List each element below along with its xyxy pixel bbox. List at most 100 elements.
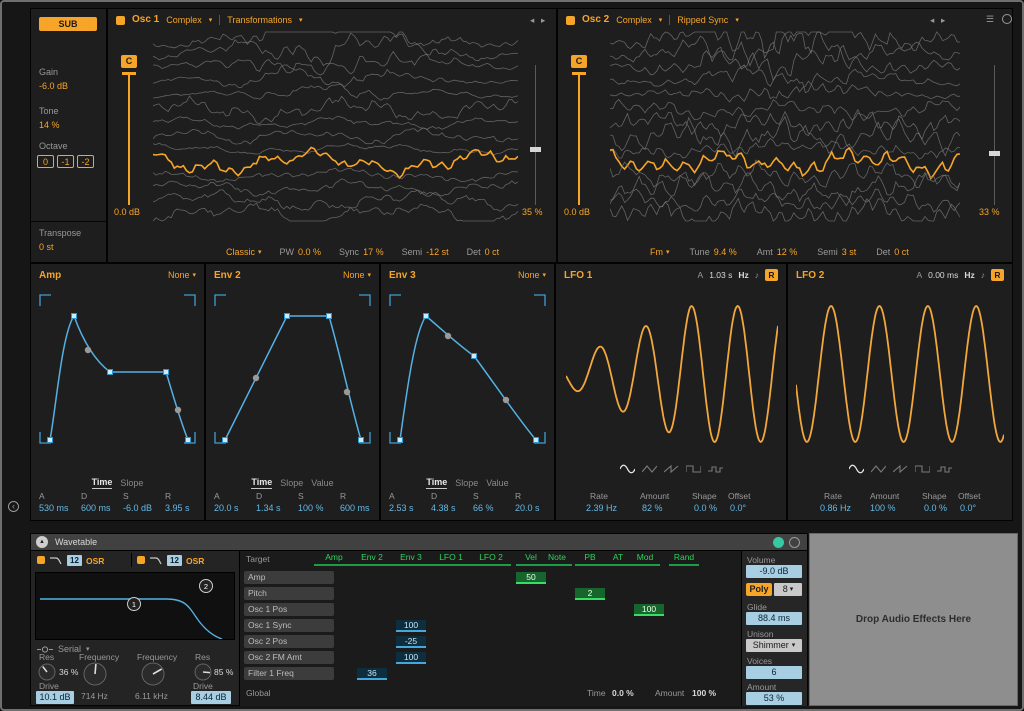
- lfo2-retrigger-button[interactable]: R: [991, 269, 1004, 281]
- tab-slope[interactable]: Slope: [120, 477, 143, 489]
- osc2-wavetable-display[interactable]: [610, 29, 960, 229]
- device-title-bar[interactable]: ▲ Wavetable: [31, 534, 807, 551]
- filter2-marker[interactable]: 2: [204, 582, 208, 591]
- lfo1-rate-value[interactable]: 2.39 Hz: [586, 503, 617, 514]
- lfo-shape-triangle-icon[interactable]: [642, 464, 657, 474]
- osc1-pw-value[interactable]: 0.0 %: [298, 247, 321, 258]
- osc2-gain-fader-handle[interactable]: [572, 72, 586, 75]
- amp-env-routing-dropdown[interactable]: None: [168, 270, 190, 281]
- osc1-gain-fader-handle[interactable]: [122, 72, 136, 75]
- filter1-circuit-dropdown[interactable]: OSR: [86, 556, 104, 566]
- lfo-shape-triangle-icon[interactable]: [871, 464, 886, 474]
- matrix-col-at[interactable]: AT: [603, 552, 633, 566]
- tab-time[interactable]: Time: [251, 476, 272, 489]
- env3-d-value[interactable]: 4.38 s: [431, 503, 456, 514]
- filter-display[interactable]: 1 2: [35, 572, 235, 640]
- wavetable-next-icon[interactable]: ▸: [541, 15, 545, 25]
- wavetable-prev-icon[interactable]: ◂: [930, 15, 934, 25]
- glide-value[interactable]: 88.4 ms: [746, 612, 802, 625]
- sub-octave-minus2-button[interactable]: -2: [77, 155, 94, 168]
- device-collapse-toggle-icon[interactable]: ‹: [8, 501, 19, 512]
- filter2-res-knob[interactable]: [193, 662, 213, 682]
- filter2-freq-value[interactable]: 6.11 kHz: [135, 691, 168, 701]
- filter1-freq-value[interactable]: 714 Hz: [81, 691, 108, 701]
- lfo-shape-random-icon[interactable]: [708, 464, 723, 474]
- osc2-semi-value[interactable]: 3 st: [842, 247, 857, 258]
- osc1-wavetable-display[interactable]: [153, 29, 518, 229]
- env3-r-value[interactable]: 20.0 s: [515, 503, 540, 514]
- osc2-note-box[interactable]: C: [571, 55, 587, 68]
- env3-display[interactable]: [386, 288, 549, 473]
- filter1-marker[interactable]: 1: [132, 600, 136, 609]
- matrix-row-osc2-fm-amt[interactable]: Osc 2 FM Amt: [244, 651, 334, 664]
- lfo-shape-sine-icon[interactable]: [849, 464, 864, 474]
- save-preset-icon[interactable]: [789, 537, 800, 548]
- lfo1-hz-toggle[interactable]: Hz: [738, 270, 748, 280]
- tab-value[interactable]: Value: [486, 477, 508, 489]
- matrix-amount-value[interactable]: 100 %: [692, 688, 716, 698]
- osc2-mode-dropdown[interactable]: Fm: [650, 247, 663, 258]
- env3-a-value[interactable]: 2.53 s: [389, 503, 414, 514]
- poly-voices-dropdown[interactable]: 8▾: [774, 583, 802, 596]
- matrix-row-amp[interactable]: Amp: [244, 571, 334, 584]
- env3-s-value[interactable]: 66 %: [473, 503, 494, 514]
- filter-routing-dropdown[interactable]: Serial: [58, 644, 81, 655]
- filter2-slope-toggle[interactable]: 12: [167, 555, 182, 566]
- note-icon[interactable]: ♪: [981, 270, 985, 280]
- env2-routing-dropdown[interactable]: None: [343, 270, 365, 281]
- menu-icon[interactable]: ☰: [986, 14, 994, 25]
- sub-gain-value[interactable]: -6.0 dB: [39, 81, 68, 92]
- unison-amount-value[interactable]: 53 %: [746, 692, 802, 705]
- note-icon[interactable]: ♪: [755, 270, 759, 280]
- osc2-position-slider[interactable]: [994, 65, 995, 205]
- osc1-position-slider[interactable]: [535, 65, 536, 205]
- lfo-shape-random-icon[interactable]: [937, 464, 952, 474]
- osc2-enable-toggle[interactable]: [566, 16, 575, 25]
- amp-r-value[interactable]: 3.95 s: [165, 503, 190, 514]
- osc1-det-value[interactable]: 0 ct: [485, 247, 500, 258]
- matrix-cell-osc1sync-env3[interactable]: 100: [396, 620, 426, 632]
- osc1-enable-toggle[interactable]: [116, 16, 125, 25]
- filter1-freq-knob[interactable]: [81, 660, 109, 688]
- osc1-sync-value[interactable]: 17 %: [363, 247, 384, 258]
- lfo1-shape-value[interactable]: 0.0 %: [694, 503, 717, 514]
- matrix-row-osc1-sync[interactable]: Osc 1 Sync: [244, 619, 334, 632]
- lfo-shape-sine-icon[interactable]: [620, 464, 635, 474]
- lowpass-filter-icon[interactable]: [149, 555, 163, 566]
- osc2-category-dropdown[interactable]: Complex: [616, 15, 652, 26]
- sub-toggle-button[interactable]: SUB: [39, 17, 97, 31]
- lfo2-shape-value[interactable]: 0.0 %: [924, 503, 947, 514]
- matrix-cell-osc1pos-mod[interactable]: 100: [634, 604, 664, 616]
- sub-transpose-value[interactable]: 0 st: [39, 242, 54, 253]
- lfo-shape-square-icon[interactable]: [915, 464, 930, 474]
- amp-env-display[interactable]: [36, 288, 199, 473]
- osc2-amt-value[interactable]: 12 %: [777, 247, 798, 258]
- matrix-cell-amp-vel[interactable]: 50: [516, 572, 546, 584]
- matrix-col-lfo1[interactable]: LFO 1: [431, 552, 471, 566]
- lfo2-hz-toggle[interactable]: Hz: [964, 270, 974, 280]
- matrix-col-env2[interactable]: Env 2: [352, 552, 392, 566]
- lfo2-amount-value[interactable]: 100 %: [870, 503, 896, 514]
- osc2-position-slider-handle[interactable]: [989, 151, 1000, 156]
- matrix-row-filter1-freq[interactable]: Filter 1 Freq: [244, 667, 334, 680]
- filter1-enable-toggle[interactable]: [37, 556, 45, 564]
- matrix-col-env3[interactable]: Env 3: [391, 552, 431, 566]
- tab-slope[interactable]: Slope: [280, 477, 303, 489]
- unison-mode-dropdown[interactable]: Shimmer▾: [746, 639, 802, 652]
- wavetable-next-icon[interactable]: ▸: [941, 15, 945, 25]
- env2-s-value[interactable]: 100 %: [298, 503, 324, 514]
- amp-d-value[interactable]: 600 ms: [81, 503, 111, 514]
- matrix-col-amp[interactable]: Amp: [314, 552, 354, 566]
- osc1-mode-dropdown[interactable]: Classic: [226, 247, 255, 258]
- options-icon[interactable]: [1002, 14, 1012, 24]
- osc1-wavetable-dropdown[interactable]: Transformations: [227, 15, 292, 26]
- osc2-wavetable-dropdown[interactable]: Ripped Sync: [677, 15, 728, 26]
- drop-audio-effects-area[interactable]: Drop Audio Effects Here: [809, 533, 1018, 706]
- sub-octave-minus1-button[interactable]: -1: [57, 155, 74, 168]
- matrix-row-osc2-pos[interactable]: Osc 2 Pos: [244, 635, 334, 648]
- filter1-res-knob[interactable]: [37, 662, 57, 682]
- osc1-position-slider-handle[interactable]: [530, 147, 541, 152]
- osc2-gain-value[interactable]: 0.0 dB: [564, 207, 590, 218]
- volume-value[interactable]: -9.0 dB: [746, 565, 802, 578]
- env2-d-value[interactable]: 1.34 s: [256, 503, 281, 514]
